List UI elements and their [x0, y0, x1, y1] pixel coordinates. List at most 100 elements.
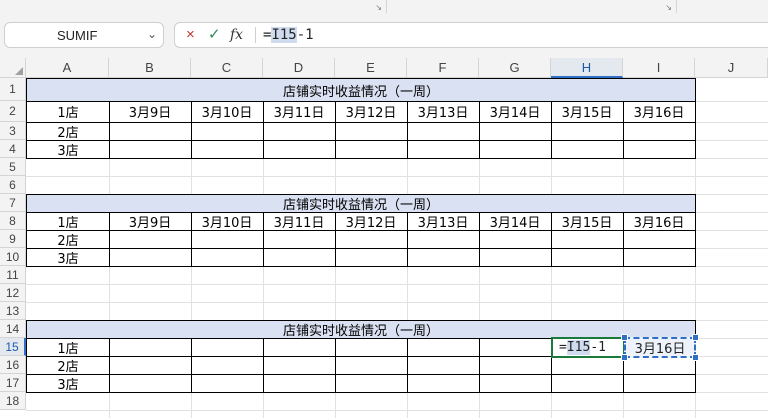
data-cell[interactable] — [263, 338, 336, 357]
data-cell[interactable] — [109, 140, 192, 159]
insert-function-icon[interactable]: fx — [230, 26, 243, 44]
row-header[interactable]: 9 — [0, 230, 26, 248]
data-cell[interactable] — [551, 248, 624, 267]
store-cell[interactable]: 3店 — [26, 374, 110, 393]
row-header[interactable]: 14 — [0, 320, 26, 338]
enter-icon[interactable]: ✓ — [208, 26, 221, 44]
store-cell[interactable]: 3店 — [26, 248, 110, 267]
store-cell[interactable]: 2店 — [26, 356, 110, 375]
column-header-e[interactable]: E — [335, 58, 407, 78]
data-cell[interactable] — [479, 122, 552, 141]
reference-handle[interactable] — [692, 354, 699, 361]
column-header-d[interactable]: D — [263, 58, 335, 78]
row-header[interactable]: 3 — [0, 122, 26, 140]
column-header-c[interactable]: C — [191, 58, 263, 78]
data-cell[interactable] — [407, 248, 480, 267]
date-header-cell[interactable]: 3月14日 — [479, 101, 552, 123]
data-cell[interactable] — [191, 140, 264, 159]
row-header[interactable]: 4 — [0, 140, 26, 158]
formula-input[interactable]: =I15-1 — [263, 27, 314, 43]
date-header-cell[interactable]: 3月15日 — [551, 101, 624, 123]
chevron-down-icon[interactable]: ⌄ — [147, 27, 157, 41]
cancel-icon[interactable]: × — [186, 26, 195, 44]
row-header[interactable]: 17 — [0, 374, 26, 392]
row-header[interactable]: 12 — [0, 284, 26, 302]
data-cell[interactable] — [263, 230, 336, 249]
data-cell[interactable] — [109, 374, 192, 393]
data-cell[interactable] — [479, 230, 552, 249]
data-cell[interactable] — [263, 140, 336, 159]
date-header-cell[interactable]: 3月9日 — [109, 212, 192, 231]
reference-handle[interactable] — [692, 334, 699, 341]
data-cell[interactable] — [479, 248, 552, 267]
data-cell[interactable] — [623, 248, 696, 267]
data-cell[interactable] — [191, 122, 264, 141]
row-header[interactable]: 6 — [0, 176, 26, 194]
date-header-cell[interactable]: 3月9日 — [109, 101, 192, 123]
date-header-cell[interactable]: 3月14日 — [479, 212, 552, 231]
column-header-f[interactable]: F — [407, 58, 479, 78]
date-header-cell[interactable]: 3月12日 — [335, 212, 408, 231]
data-cell[interactable] — [551, 374, 624, 393]
data-cell[interactable] — [335, 374, 408, 393]
date-header-cell[interactable]: 3月13日 — [407, 101, 480, 123]
data-cell[interactable] — [109, 248, 192, 267]
store-cell[interactable]: 2店 — [26, 230, 110, 249]
row-header[interactable]: 10 — [0, 248, 26, 266]
date-header-cell[interactable]: 3月12日 — [335, 101, 408, 123]
data-cell[interactable] — [623, 356, 696, 375]
data-cell[interactable] — [335, 338, 408, 357]
data-cell[interactable] — [263, 122, 336, 141]
formula-input-area[interactable]: × ✓ fx =I15-1 — [174, 22, 768, 48]
data-cell[interactable] — [407, 374, 480, 393]
date-header-cell[interactable]: 3月10日 — [191, 101, 264, 123]
store-cell[interactable]: 2店 — [26, 122, 110, 141]
column-header-h[interactable]: H — [551, 58, 623, 78]
data-cell[interactable] — [335, 230, 408, 249]
store-cell[interactable]: 1店 — [26, 212, 110, 231]
data-cell[interactable] — [109, 230, 192, 249]
date-header-cell[interactable]: 3月10日 — [191, 212, 264, 231]
date-header-cell[interactable]: 3月16日 — [623, 101, 696, 123]
data-cell[interactable] — [335, 248, 408, 267]
data-cell[interactable] — [479, 338, 552, 357]
data-cell[interactable] — [191, 230, 264, 249]
column-header-g[interactable]: G — [479, 58, 551, 78]
data-cell[interactable] — [335, 122, 408, 141]
data-cell[interactable] — [551, 122, 624, 141]
data-cell[interactable] — [551, 140, 624, 159]
data-cell[interactable] — [109, 338, 192, 357]
name-box[interactable]: SUMIF ⌄ — [4, 22, 164, 48]
table-title[interactable]: 店铺实时收益情况（一周） — [26, 78, 696, 102]
reference-handle[interactable] — [621, 334, 628, 341]
data-cell[interactable] — [407, 230, 480, 249]
column-header-j[interactable]: J — [695, 58, 768, 78]
column-header-a[interactable]: A — [26, 58, 109, 78]
data-cell[interactable] — [191, 374, 264, 393]
data-cell[interactable] — [407, 140, 480, 159]
data-cell[interactable] — [479, 374, 552, 393]
column-header-b[interactable]: B — [109, 58, 191, 78]
data-cell[interactable] — [109, 356, 192, 375]
select-all-button[interactable] — [0, 58, 26, 78]
row-header[interactable]: 1 — [0, 78, 26, 101]
data-cell[interactable] — [623, 122, 696, 141]
row-header[interactable]: 2 — [0, 101, 26, 122]
data-cell[interactable] — [191, 248, 264, 267]
store-cell[interactable]: 1店 — [26, 338, 110, 357]
active-cell-editor[interactable]: = I15 -1 — [551, 337, 625, 358]
data-cell[interactable] — [263, 374, 336, 393]
row-header[interactable]: 18 — [0, 392, 26, 410]
data-cell[interactable] — [407, 122, 480, 141]
row-header[interactable]: 8 — [0, 212, 26, 230]
column-header-i[interactable]: I — [623, 58, 695, 78]
data-cell[interactable] — [191, 338, 264, 357]
row-header[interactable]: 13 — [0, 302, 26, 320]
store-cell[interactable]: 1店 — [26, 101, 110, 123]
row-header[interactable]: 16 — [0, 356, 26, 374]
data-cell[interactable] — [551, 230, 624, 249]
store-cell[interactable]: 3店 — [26, 140, 110, 159]
date-header-cell[interactable]: 3月11日 — [263, 101, 336, 123]
row-header[interactable]: 15 — [0, 338, 26, 356]
data-cell[interactable] — [479, 356, 552, 375]
